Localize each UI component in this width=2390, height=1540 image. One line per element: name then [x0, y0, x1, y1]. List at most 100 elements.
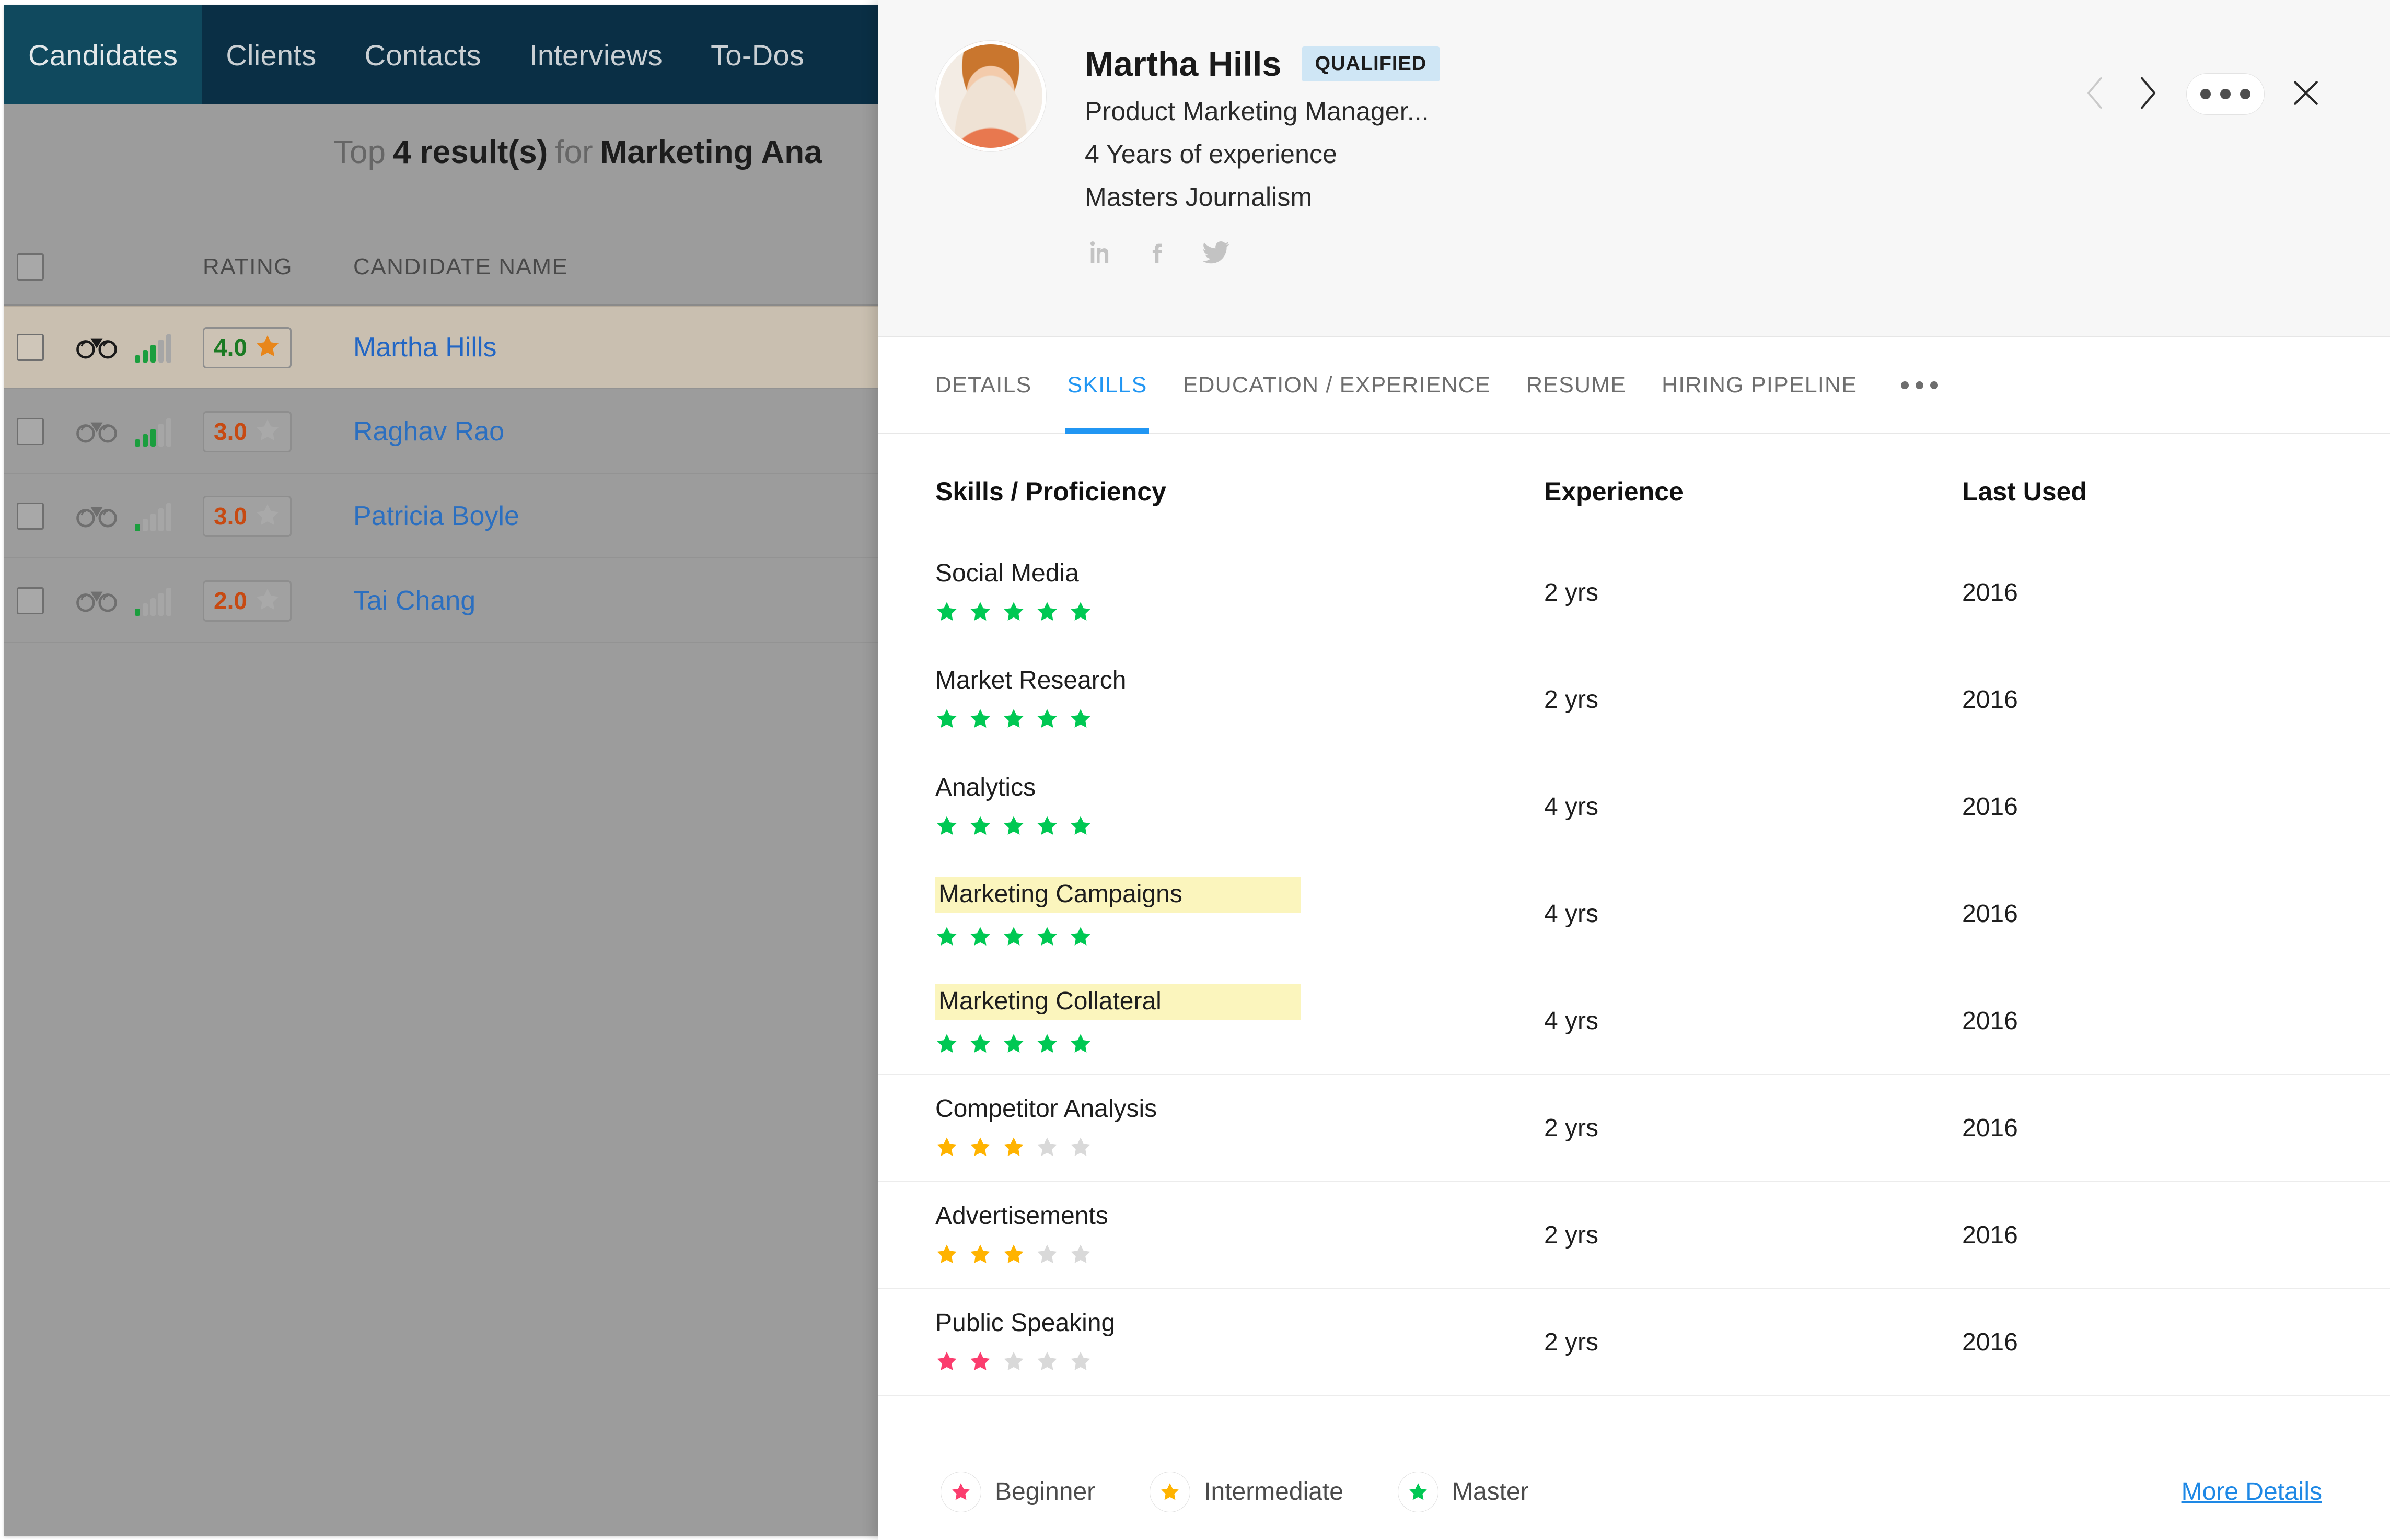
proficiency-stars	[935, 1032, 1544, 1058]
row-icons	[56, 416, 203, 447]
rating-cell[interactable]: 3.0	[203, 411, 339, 452]
star-icon	[969, 814, 992, 840]
skill-name: Market Research	[935, 667, 1127, 694]
tab-education-experience[interactable]: EDUCATION / EXPERIENCE	[1165, 337, 1508, 434]
skill-cell: Public Speaking	[935, 1309, 1544, 1375]
row-select-cell[interactable]	[4, 418, 56, 445]
row-select-cell[interactable]	[4, 587, 56, 614]
skill-last-used: 2016	[1962, 578, 2018, 606]
skill-experience: 2 yrs	[1544, 1221, 1599, 1249]
candidate-name-cell[interactable]: Tai Chang	[339, 585, 888, 616]
proficiency-stars	[935, 814, 1544, 840]
star-icon	[969, 925, 992, 951]
tab-hiring-pipeline[interactable]: HIRING PIPELINE	[1644, 337, 1875, 434]
facebook-icon[interactable]	[1142, 236, 1175, 271]
binoculars-icon[interactable]	[76, 333, 117, 362]
panel-header-actions	[2082, 73, 2322, 115]
row-checkbox[interactable]	[17, 418, 44, 445]
candidate-name-header[interactable]: CANDIDATE NAME	[339, 254, 888, 280]
job-title: Product Marketing Manager...	[1085, 97, 1429, 126]
row-select-cell[interactable]	[4, 503, 56, 530]
proficiency-stars	[935, 707, 1544, 733]
rating-cell[interactable]: 2.0	[203, 580, 339, 622]
row-select-cell[interactable]	[4, 334, 56, 361]
header-last-used: Last Used	[1962, 477, 2087, 506]
tab-resume[interactable]: RESUME	[1509, 337, 1644, 434]
table-row[interactable]: 3.0 Raghav Rao	[4, 390, 888, 474]
top-navigation: Candidates Clients Contacts Interviews To-Do…	[4, 5, 888, 104]
star-icon[interactable]	[254, 502, 281, 531]
skill-cell: Social Media	[935, 559, 1544, 626]
skill-experience: 2 yrs	[1544, 1114, 1599, 1142]
candidate-name-cell[interactable]: Raghav Rao	[339, 416, 888, 447]
nav-tab-clients[interactable]: Clients	[202, 5, 340, 104]
skill-cell: Marketing Campaigns	[935, 877, 1544, 951]
skill-experience: 4 yrs	[1544, 792, 1599, 821]
legend-item-master: Master	[1397, 1471, 1529, 1512]
close-icon[interactable]	[2290, 77, 2322, 112]
twitter-icon[interactable]	[1200, 236, 1232, 271]
row-checkbox[interactable]	[17, 587, 44, 614]
star-icon[interactable]	[254, 417, 281, 446]
nav-tab-to-dos[interactable]: To-Dos	[687, 5, 828, 104]
skill-experience: 4 yrs	[1544, 900, 1599, 928]
rating-cell[interactable]: 4.0	[203, 326, 339, 368]
chevron-left-icon[interactable]	[2082, 74, 2109, 114]
skill-row: Market Research 2 yrs 2016	[878, 646, 2390, 753]
linkedin-icon[interactable]	[1085, 236, 1117, 271]
more-details-link[interactable]: More Details	[2182, 1477, 2322, 1506]
candidate-name-link[interactable]: Raghav Rao	[353, 416, 504, 447]
table-row[interactable]: 2.0 Tai Chang	[4, 559, 888, 643]
row-checkbox[interactable]	[17, 334, 44, 361]
select-all-checkbox[interactable]	[17, 253, 44, 281]
row-checkbox[interactable]	[17, 503, 44, 530]
rating-value: 4.0	[214, 334, 247, 361]
candidate-name-link[interactable]: Martha Hills	[353, 332, 497, 363]
more-tabs-icon[interactable]	[1875, 337, 1956, 434]
skill-row: Public Speaking 2 yrs 2016	[878, 1289, 2390, 1396]
rating-badge[interactable]: 4.0	[203, 326, 292, 368]
legend-label: Intermediate	[1204, 1478, 1343, 1506]
star-icon	[1397, 1471, 1438, 1512]
skill-row: Competitor Analysis 2 yrs 2016	[878, 1075, 2390, 1182]
chevron-right-icon[interactable]	[2134, 74, 2161, 114]
nav-tab-interviews[interactable]: Interviews	[505, 5, 687, 104]
table-row[interactable]: 4.0 Martha Hills	[4, 306, 888, 389]
legend-item-beginner: Beginner	[941, 1471, 1095, 1512]
binoculars-icon[interactable]	[76, 502, 117, 531]
table-row[interactable]: 3.0 Patricia Boyle	[4, 475, 888, 558]
candidate-name-cell[interactable]: Patricia Boyle	[339, 500, 888, 532]
results-title: Top 4 result(s) for Marketing Ana	[4, 104, 888, 200]
star-icon	[1036, 1032, 1059, 1058]
select-all-cell[interactable]	[4, 253, 56, 281]
status-badge: QUALIFIED	[1301, 46, 1441, 81]
more-horizontal-icon[interactable]	[2186, 73, 2265, 115]
tab-details[interactable]: DETAILS	[935, 337, 1049, 434]
rating-badge[interactable]: 2.0	[203, 580, 292, 622]
rating-header[interactable]: RATING	[203, 254, 339, 280]
star-icon[interactable]	[254, 333, 281, 362]
star-icon	[941, 1471, 981, 1512]
candidate-name-link[interactable]: Patricia Boyle	[353, 501, 519, 531]
star-icon	[1069, 814, 1092, 840]
candidate-name-link[interactable]: Tai Chang	[353, 586, 475, 616]
proficiency-legend: Beginner Intermediate Master	[941, 1471, 1583, 1512]
rating-badge[interactable]: 3.0	[203, 495, 292, 537]
binoculars-icon[interactable]	[76, 417, 117, 446]
tab-skills[interactable]: SKILLS	[1049, 337, 1165, 434]
rating-badge[interactable]: 3.0	[203, 411, 292, 452]
rating-cell[interactable]: 3.0	[203, 495, 339, 537]
star-icon[interactable]	[254, 587, 281, 615]
star-icon	[969, 707, 992, 733]
candidate-name-cell[interactable]: Martha Hills	[339, 332, 888, 363]
star-icon	[1069, 1136, 1092, 1161]
star-icon	[1002, 600, 1025, 626]
star-icon	[935, 1136, 958, 1161]
results-prefix: Top	[333, 134, 386, 170]
results-count: 4 result(s)	[392, 134, 548, 170]
nav-tab-contacts[interactable]: Contacts	[341, 5, 505, 104]
nav-tab-candidates[interactable]: Candidates	[4, 5, 202, 104]
star-icon	[969, 600, 992, 626]
star-icon	[1036, 1350, 1059, 1375]
binoculars-icon[interactable]	[76, 587, 117, 615]
